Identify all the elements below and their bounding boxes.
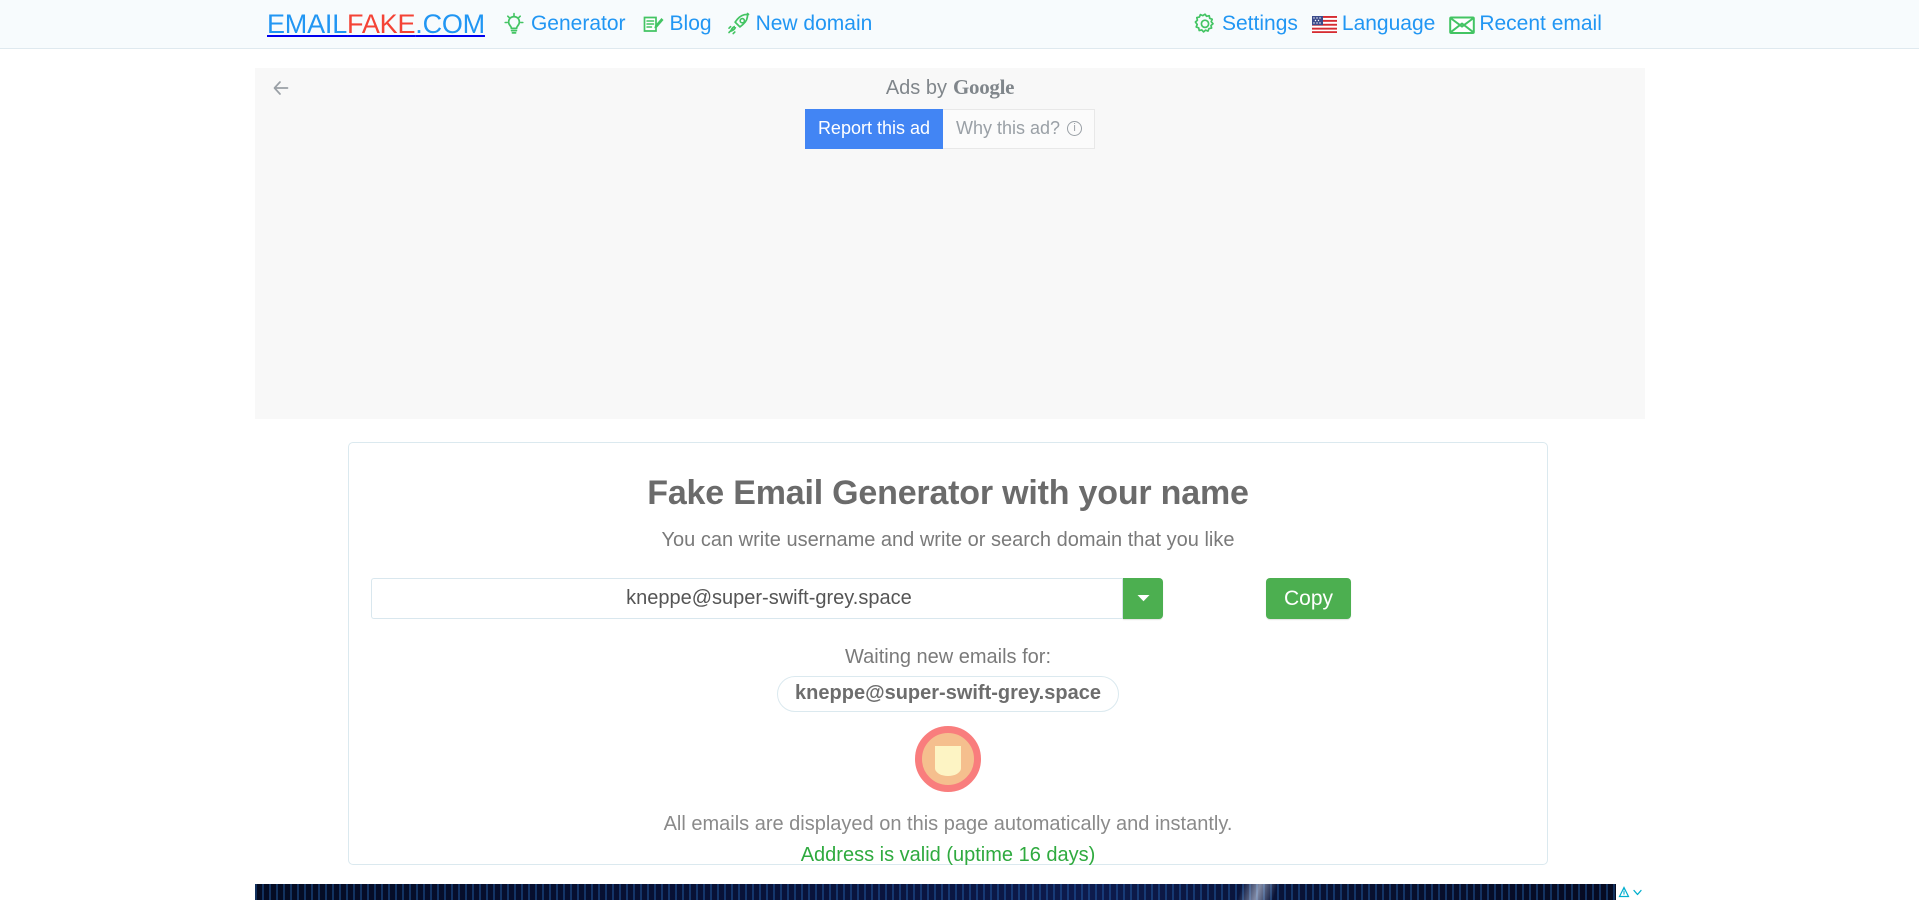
nav-link-blog[interactable]: Blog	[640, 11, 712, 37]
current-address-badge: kneppe@super-swift-grey.space	[777, 676, 1119, 712]
top-ad-container: Ads by Google Report this ad Why this ad…	[255, 68, 1645, 419]
gear-icon	[1192, 11, 1218, 37]
spinner-inner-shape	[935, 745, 961, 776]
top-navigation-bar: EMAILFAKE.COM Generator Blog New domain …	[0, 0, 1919, 49]
logo-part-fake: FAKE	[347, 8, 416, 39]
fake-email-generator-card: Fake Email Generator with your name You …	[348, 442, 1548, 866]
banner-texture	[255, 884, 1645, 900]
nav-link-language[interactable]: Language	[1312, 11, 1435, 37]
spinner-wrapper	[349, 726, 1547, 797]
google-wordmark: Google	[952, 75, 1015, 99]
envelope-icon	[1449, 11, 1476, 37]
page-subtitle: You can write username and write or sear…	[661, 529, 1235, 551]
nav-link-new-domain-label: New domain	[755, 12, 873, 35]
username-input[interactable]	[371, 578, 712, 619]
nav-right-group: Settings Language Recent email	[1192, 11, 1602, 37]
info-icon: i	[1067, 120, 1083, 136]
nav-link-recent-email[interactable]: Recent email	[1449, 11, 1602, 37]
lightbulb-icon	[501, 11, 527, 37]
bottom-banner-ad[interactable]	[255, 884, 1645, 900]
report-this-ad-button[interactable]: Report this ad	[804, 109, 943, 149]
loading-spinner-icon	[915, 726, 981, 792]
chevron-down-icon	[1136, 591, 1151, 606]
banner-light-streak	[1170, 884, 1345, 900]
domain-dropdown-button[interactable]	[1123, 578, 1163, 619]
why-this-ad-button[interactable]: Why this ad? i	[943, 109, 1096, 149]
logo-part-com: .COM	[415, 8, 485, 39]
nav-left-group: EMAILFAKE.COM Generator Blog New domain	[267, 9, 886, 40]
nav-link-settings[interactable]: Settings	[1192, 11, 1298, 37]
site-logo[interactable]: EMAILFAKE.COM	[267, 9, 485, 40]
nav-link-language-label: Language	[1341, 12, 1436, 35]
waiting-label: Waiting new emails for:	[845, 646, 1051, 668]
nav-link-generator[interactable]: Generator	[501, 11, 626, 37]
why-this-ad-label: Why this ad?	[956, 118, 1061, 138]
adchoices-control[interactable]	[1616, 884, 1645, 900]
ad-header-group: Ads by Google Report this ad Why this ad…	[255, 75, 1645, 149]
email-address-group	[371, 578, 1163, 619]
adchoices-icon[interactable]	[1617, 886, 1630, 899]
auto-refresh-note: All emails are displayed on this page au…	[663, 813, 1233, 835]
nav-link-recent-email-label: Recent email	[1479, 12, 1602, 35]
ads-by-text: Ads by	[885, 77, 947, 99]
page-title: Fake Email Generator with your name	[647, 474, 1249, 512]
chevron-down-icon[interactable]	[1631, 886, 1644, 899]
email-input-row: Copy	[349, 578, 1547, 619]
nav-link-generator-label: Generator	[530, 12, 626, 35]
copy-button[interactable]: Copy	[1266, 578, 1352, 619]
nav-link-new-domain[interactable]: New domain	[726, 11, 873, 37]
nav-link-settings-label: Settings	[1222, 12, 1298, 35]
ad-actions-group: Report this ad Why this ad? i	[804, 109, 1096, 149]
blog-pen-icon	[640, 11, 666, 37]
address-validity-status: Address is valid (uptime 16 days)	[800, 844, 1096, 866]
domain-input[interactable]	[712, 578, 1123, 619]
ads-by-google-label: Ads by Google	[885, 75, 1015, 100]
logo-part-email: EMAIL	[267, 8, 348, 39]
rocket-icon	[726, 11, 752, 37]
us-flag-icon	[1312, 11, 1338, 37]
waiting-badge-wrapper: kneppe@super-swift-grey.space	[349, 676, 1547, 712]
nav-link-blog-label: Blog	[669, 12, 712, 35]
